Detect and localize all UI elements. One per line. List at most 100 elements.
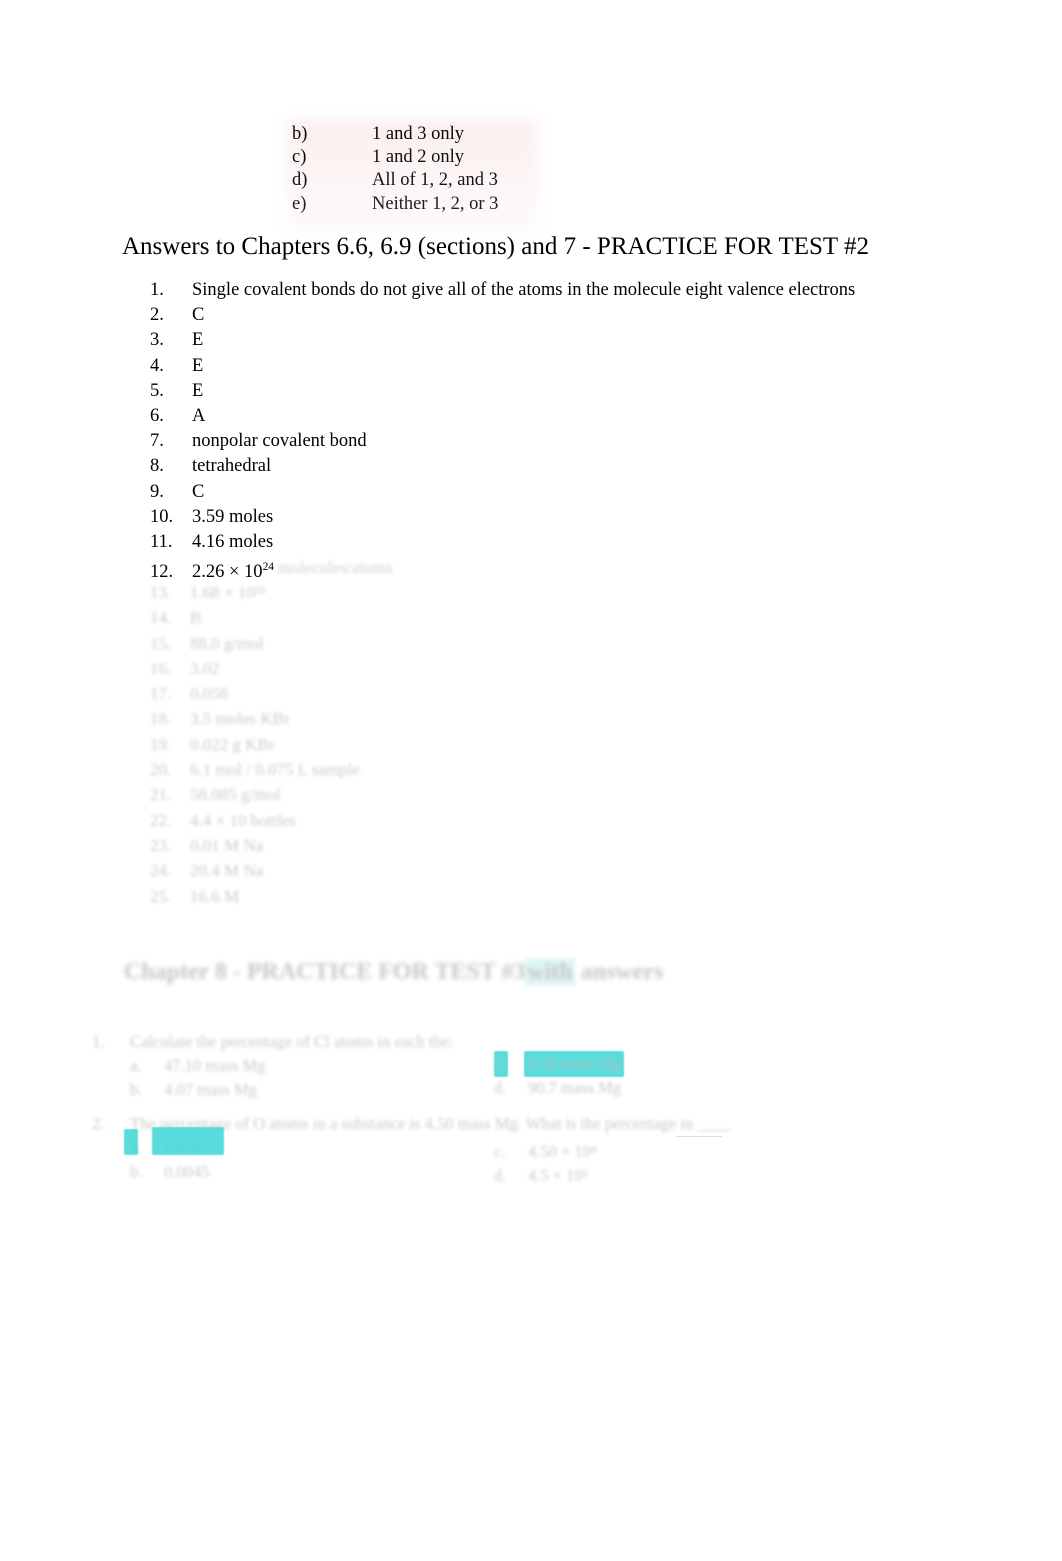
answer-number: 1. [150,280,164,300]
answer-item: 8. tetrahedral [150,454,950,479]
question-1-option-b: b. 4.07 mass Mg [130,1078,453,1102]
faded-answer-item: 22. 4.4 × 10 bottles [150,808,570,833]
answer-item: 10. 3.59 moles [150,505,950,530]
multiple-choice-fragment: b) 1 and 3 only c) 1 and 2 only d) All o… [292,123,712,216]
mc-option-text: 1 and 2 only [372,147,464,168]
faded-answer-text: 3.02 [190,658,220,678]
option-letter: b. [130,1162,143,1181]
answer-number: 8. [150,456,164,477]
highlight-mark [124,1129,138,1155]
faded-answer-number: 24. [150,861,172,881]
answer-text: E [192,330,204,351]
faded-answer-item: 16. 3.02 [150,656,570,681]
answer-number: 11. [150,532,173,553]
mc-option-d: d) All of 1, 2, and 3 [292,169,712,192]
option-letter: a. [130,1056,142,1075]
faded-answer-item: 21. 58.085 g/mol [150,782,570,807]
option-letter: c. [494,1142,506,1161]
faded-answer-item: 19. 0.022 g KBr [150,732,570,757]
answer-item: 7. nonpolar covalent bond [150,429,950,454]
option-text: 4.50 × 10⁴ [528,1142,597,1161]
mc-option-text: Neither 1, 2, or 3 [372,193,499,214]
mc-option-b: b) 1 and 3 only [292,123,712,146]
faded-answer-number: 19. [150,734,172,754]
faded-answer-number: 14. [150,608,172,628]
answer-number: 9. [150,481,164,502]
answer-number: 6. [150,406,164,427]
faded-answer-text: 88.0 g/mol [190,633,264,653]
question-1-option-c: c. 9.30 mass Mg [494,1052,621,1076]
answer-item: 11. 4.16 moles [150,530,950,555]
blank-line [676,1136,722,1137]
section-2-heading-before: Chapter 8 - PRACTICE FOR TEST #3 [124,959,526,985]
faded-answer-item: 25. 16.6 M [150,884,570,909]
answers-list: 1. Single covalent bonds do not give all… [150,278,950,586]
answer-text: C [192,305,205,326]
option-text: 47.10 mass Mg [164,1056,266,1075]
answer-text: C [192,481,205,502]
answer-text: A [192,406,206,427]
section-2-heading: Chapter 8 - PRACTICE FOR TEST #3with ans… [124,959,663,986]
faded-answers-list: 13. 1.68 × 10²³ 14. B 15. 88.0 g/mol 16.… [150,580,570,909]
question-1-stem: Calculate the percentage of Cl atoms in … [130,1032,454,1051]
faded-answer-text: 0.01 M Na [190,835,264,855]
answer-12-exponent: 24 [262,561,275,574]
answer-item: 4. E [150,354,950,379]
faded-answer-text: 16.6 M [190,886,240,906]
faded-answer-text: 4.4 × 10 bottles [190,810,296,830]
faded-answer-text: 0.058 [190,684,229,704]
answer-item: 2. C [150,303,950,328]
option-letter: c. [494,1054,506,1073]
faded-answer-item: 20. 6.1 mol / 0.075 L sample [150,757,570,782]
answer-text: 4.16 moles [192,532,274,553]
faded-answer-number: 16. [150,658,172,678]
question-2-option-b: b. 0.0045 [130,1160,730,1184]
option-text: 0.0045 [164,1162,210,1181]
option-text: 4.5 × 10² [528,1166,588,1185]
question-1-option-d: d. 90.7 mass Mg [494,1076,621,1100]
mc-option-text: All of 1, 2, and 3 [372,170,498,191]
option-letter: d. [494,1078,507,1097]
answer-item: 5. E [150,379,950,404]
option-text: 90.7 mass Mg [528,1078,622,1097]
mc-option-c: c) 1 and 2 only [292,146,712,169]
answer-text: E [192,380,204,401]
document-page: b) 1 and 3 only c) 1 and 2 only d) All o… [0,0,1062,1561]
option-letter: b. [130,1080,143,1099]
faded-answer-number: 15. [150,633,172,653]
faded-answer-number: 13. [150,583,172,602]
faded-answer-text: 0.022 g KBr [190,734,275,754]
mc-option-text: 1 and 3 only [372,124,464,144]
faded-answer-text: 6.1 mol / 0.075 L sample [190,760,360,780]
faded-answer-item: 18. 3.5 moles KBr [150,706,570,731]
faded-answer-number: 25. [150,886,172,906]
answer-text: E [192,355,204,376]
option-text: 9.30 mass Mg [528,1054,622,1073]
faded-answer-number: 18. [150,709,172,729]
faded-answer-number: 23. [150,835,172,855]
answer-text: Single covalent bonds do not give all of… [192,280,856,300]
faded-answer-text: 58.085 g/mol [190,785,281,805]
question-1: 1. Calculate the percentage of Cl atoms … [92,1030,453,1102]
answer-item: 6. A [150,404,950,429]
section-2-heading-highlight: with [525,959,575,985]
option-text: 4.07 mass Mg [164,1080,258,1099]
highlight-mark [152,1127,224,1155]
question-1-stem-row: 1. Calculate the percentage of Cl atoms … [92,1030,453,1054]
mc-option-letter: d) [292,170,308,191]
answer-number: 4. [150,355,164,376]
answer-number: 7. [150,431,164,452]
faded-answer-text: 20.4 M Na [190,861,264,881]
answer-12-faded-tail: molecules/atoms [278,558,393,577]
question-1-options-left: a. 47.10 mass Mg b. 4.07 mass Mg [130,1054,453,1102]
question-2-options-right: c. 4.50 × 10⁴ d. 4.5 × 10² [494,1140,597,1188]
faded-answer-item: 17. 0.058 [150,681,570,706]
question-1-number: 1. [92,1032,105,1051]
faded-answer-item: 23. 0.01 M Na [150,833,570,858]
mc-option-letter: b) [292,124,308,144]
mc-option-letter: c) [292,147,307,168]
question-2-option-d: d. 4.5 × 10² [494,1164,597,1188]
answer-text: 3.59 moles [192,506,274,527]
question-1-options-right: c. 9.30 mass Mg d. 90.7 mass Mg [494,1052,621,1100]
answer-number: 5. [150,380,164,401]
